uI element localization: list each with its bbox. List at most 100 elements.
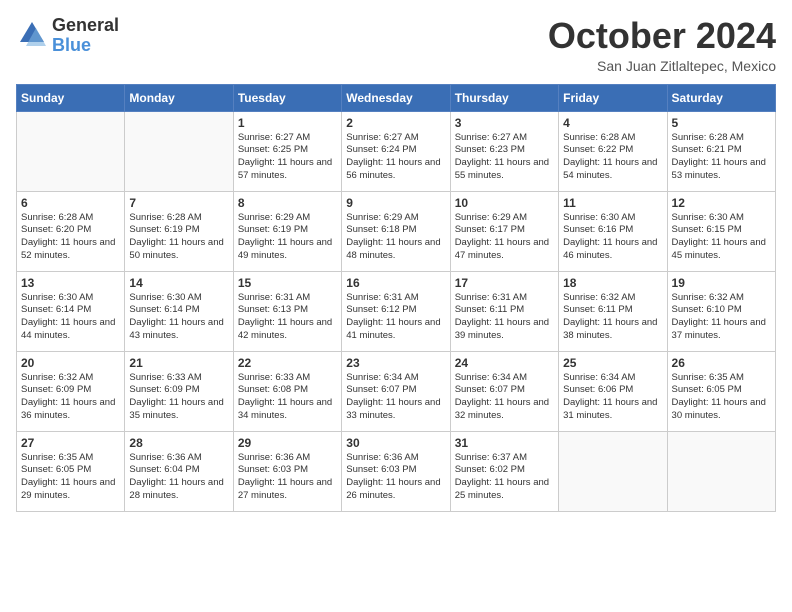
day-info: Sunrise: 6:27 AM Sunset: 6:23 PM Dayligh… <box>455 132 554 183</box>
calendar-cell <box>17 111 125 191</box>
day-number: 14 <box>129 276 228 290</box>
calendar-cell: 23 Sunrise: 6:34 AM Sunset: 6:07 PM Dayli… <box>342 351 450 431</box>
calendar-cell: 24 Sunrise: 6:34 AM Sunset: 6:07 PM Dayli… <box>450 351 558 431</box>
calendar-cell: 7 Sunrise: 6:28 AM Sunset: 6:19 PM Daylig… <box>125 191 233 271</box>
day-number: 18 <box>563 276 662 290</box>
day-number: 19 <box>672 276 771 290</box>
day-info: Sunrise: 6:32 AM Sunset: 6:11 PM Dayligh… <box>563 292 662 343</box>
day-info: Sunrise: 6:34 AM Sunset: 6:07 PM Dayligh… <box>455 372 554 423</box>
calendar-cell: 14 Sunrise: 6:30 AM Sunset: 6:14 PM Dayli… <box>125 271 233 351</box>
day-number: 20 <box>21 356 120 370</box>
day-number: 29 <box>238 436 337 450</box>
day-info: Sunrise: 6:32 AM Sunset: 6:10 PM Dayligh… <box>672 292 771 343</box>
week-row-1: 1 Sunrise: 6:27 AM Sunset: 6:25 PM Daylig… <box>17 111 776 191</box>
weekday-header-wednesday: Wednesday <box>342 84 450 111</box>
day-info: Sunrise: 6:33 AM Sunset: 6:09 PM Dayligh… <box>129 372 228 423</box>
day-number: 30 <box>346 436 445 450</box>
weekday-header-sunday: Sunday <box>17 84 125 111</box>
logo: General Blue <box>16 16 119 56</box>
day-number: 27 <box>21 436 120 450</box>
day-number: 4 <box>563 116 662 130</box>
calendar-cell: 3 Sunrise: 6:27 AM Sunset: 6:23 PM Daylig… <box>450 111 558 191</box>
calendar-cell: 4 Sunrise: 6:28 AM Sunset: 6:22 PM Daylig… <box>559 111 667 191</box>
day-info: Sunrise: 6:29 AM Sunset: 6:18 PM Dayligh… <box>346 212 445 263</box>
day-number: 26 <box>672 356 771 370</box>
calendar-cell: 18 Sunrise: 6:32 AM Sunset: 6:11 PM Dayli… <box>559 271 667 351</box>
calendar-cell: 26 Sunrise: 6:35 AM Sunset: 6:05 PM Dayli… <box>667 351 775 431</box>
day-number: 11 <box>563 196 662 210</box>
title-area: October 2024 San Juan Zitlaltepec, Mexic… <box>548 16 776 74</box>
calendar-cell: 30 Sunrise: 6:36 AM Sunset: 6:03 PM Dayli… <box>342 431 450 511</box>
logo-text: General Blue <box>52 16 119 56</box>
calendar-cell: 19 Sunrise: 6:32 AM Sunset: 6:10 PM Dayli… <box>667 271 775 351</box>
week-row-2: 6 Sunrise: 6:28 AM Sunset: 6:20 PM Daylig… <box>17 191 776 271</box>
day-number: 25 <box>563 356 662 370</box>
weekday-header-thursday: Thursday <box>450 84 558 111</box>
calendar-cell: 10 Sunrise: 6:29 AM Sunset: 6:17 PM Dayli… <box>450 191 558 271</box>
day-info: Sunrise: 6:32 AM Sunset: 6:09 PM Dayligh… <box>21 372 120 423</box>
day-info: Sunrise: 6:30 AM Sunset: 6:14 PM Dayligh… <box>21 292 120 343</box>
day-number: 24 <box>455 356 554 370</box>
day-info: Sunrise: 6:28 AM Sunset: 6:20 PM Dayligh… <box>21 212 120 263</box>
day-info: Sunrise: 6:27 AM Sunset: 6:24 PM Dayligh… <box>346 132 445 183</box>
week-row-4: 20 Sunrise: 6:32 AM Sunset: 6:09 PM Dayli… <box>17 351 776 431</box>
day-number: 7 <box>129 196 228 210</box>
day-info: Sunrise: 6:35 AM Sunset: 6:05 PM Dayligh… <box>21 452 120 503</box>
day-number: 22 <box>238 356 337 370</box>
day-number: 3 <box>455 116 554 130</box>
day-number: 31 <box>455 436 554 450</box>
day-number: 23 <box>346 356 445 370</box>
calendar-cell: 2Sunrise: 6:27 AM Sunset: 6:24 PM Daylig… <box>342 111 450 191</box>
calendar-cell: 15 Sunrise: 6:31 AM Sunset: 6:13 PM Dayli… <box>233 271 341 351</box>
calendar-cell: 9 Sunrise: 6:29 AM Sunset: 6:18 PM Daylig… <box>342 191 450 271</box>
day-number: 21 <box>129 356 228 370</box>
day-info: Sunrise: 6:29 AM Sunset: 6:17 PM Dayligh… <box>455 212 554 263</box>
calendar-cell <box>559 431 667 511</box>
day-number: 6 <box>21 196 120 210</box>
day-info: Sunrise: 6:28 AM Sunset: 6:19 PM Dayligh… <box>129 212 228 263</box>
day-info: Sunrise: 6:31 AM Sunset: 6:13 PM Dayligh… <box>238 292 337 343</box>
day-info: Sunrise: 6:27 AM Sunset: 6:25 PM Dayligh… <box>238 132 337 183</box>
weekday-header-tuesday: Tuesday <box>233 84 341 111</box>
day-info: Sunrise: 6:36 AM Sunset: 6:03 PM Dayligh… <box>238 452 337 503</box>
calendar-cell: 8Sunrise: 6:29 AM Sunset: 6:19 PM Daylig… <box>233 191 341 271</box>
day-info: Sunrise: 6:36 AM Sunset: 6:04 PM Dayligh… <box>129 452 228 503</box>
day-number: 13 <box>21 276 120 290</box>
calendar-cell: 1 Sunrise: 6:27 AM Sunset: 6:25 PM Daylig… <box>233 111 341 191</box>
day-number: 15 <box>238 276 337 290</box>
calendar-cell: 25 Sunrise: 6:34 AM Sunset: 6:06 PM Dayli… <box>559 351 667 431</box>
day-info: Sunrise: 6:34 AM Sunset: 6:06 PM Dayligh… <box>563 372 662 423</box>
day-info: Sunrise: 6:28 AM Sunset: 6:22 PM Dayligh… <box>563 132 662 183</box>
day-info: Sunrise: 6:30 AM Sunset: 6:15 PM Dayligh… <box>672 212 771 263</box>
day-info: Sunrise: 6:36 AM Sunset: 6:03 PM Dayligh… <box>346 452 445 503</box>
calendar-cell: 17Sunrise: 6:31 AM Sunset: 6:11 PM Dayli… <box>450 271 558 351</box>
day-number: 1 <box>238 116 337 130</box>
day-info: Sunrise: 6:31 AM Sunset: 6:12 PM Dayligh… <box>346 292 445 343</box>
day-number: 8 <box>238 196 337 210</box>
day-number: 10 <box>455 196 554 210</box>
day-info: Sunrise: 6:35 AM Sunset: 6:05 PM Dayligh… <box>672 372 771 423</box>
day-info: Sunrise: 6:34 AM Sunset: 6:07 PM Dayligh… <box>346 372 445 423</box>
weekday-header-friday: Friday <box>559 84 667 111</box>
day-info: Sunrise: 6:37 AM Sunset: 6:02 PM Dayligh… <box>455 452 554 503</box>
day-info: Sunrise: 6:30 AM Sunset: 6:14 PM Dayligh… <box>129 292 228 343</box>
calendar-cell: 16 Sunrise: 6:31 AM Sunset: 6:12 PM Dayli… <box>342 271 450 351</box>
calendar-cell: 31 Sunrise: 6:37 AM Sunset: 6:02 PM Dayli… <box>450 431 558 511</box>
calendar-cell: 22Sunrise: 6:33 AM Sunset: 6:08 PM Dayli… <box>233 351 341 431</box>
calendar-cell: 21 Sunrise: 6:33 AM Sunset: 6:09 PM Dayli… <box>125 351 233 431</box>
calendar-cell: 11Sunrise: 6:30 AM Sunset: 6:16 PM Dayli… <box>559 191 667 271</box>
weekday-header-row: SundayMondayTuesdayWednesdayThursdayFrid… <box>17 84 776 111</box>
calendar-cell: 20 Sunrise: 6:32 AM Sunset: 6:09 PM Dayli… <box>17 351 125 431</box>
calendar-cell: 27 Sunrise: 6:35 AM Sunset: 6:05 PM Dayli… <box>17 431 125 511</box>
calendar-table: SundayMondayTuesdayWednesdayThursdayFrid… <box>16 84 776 512</box>
day-info: Sunrise: 6:31 AM Sunset: 6:11 PM Dayligh… <box>455 292 554 343</box>
weekday-header-monday: Monday <box>125 84 233 111</box>
day-number: 16 <box>346 276 445 290</box>
calendar-cell: 6 Sunrise: 6:28 AM Sunset: 6:20 PM Daylig… <box>17 191 125 271</box>
calendar-cell <box>125 111 233 191</box>
day-number: 12 <box>672 196 771 210</box>
calendar-cell: 28Sunrise: 6:36 AM Sunset: 6:04 PM Dayli… <box>125 431 233 511</box>
month-title: October 2024 <box>548 16 776 56</box>
day-number: 9 <box>346 196 445 210</box>
page-header: General Blue October 2024 San Juan Zitla… <box>16 16 776 74</box>
